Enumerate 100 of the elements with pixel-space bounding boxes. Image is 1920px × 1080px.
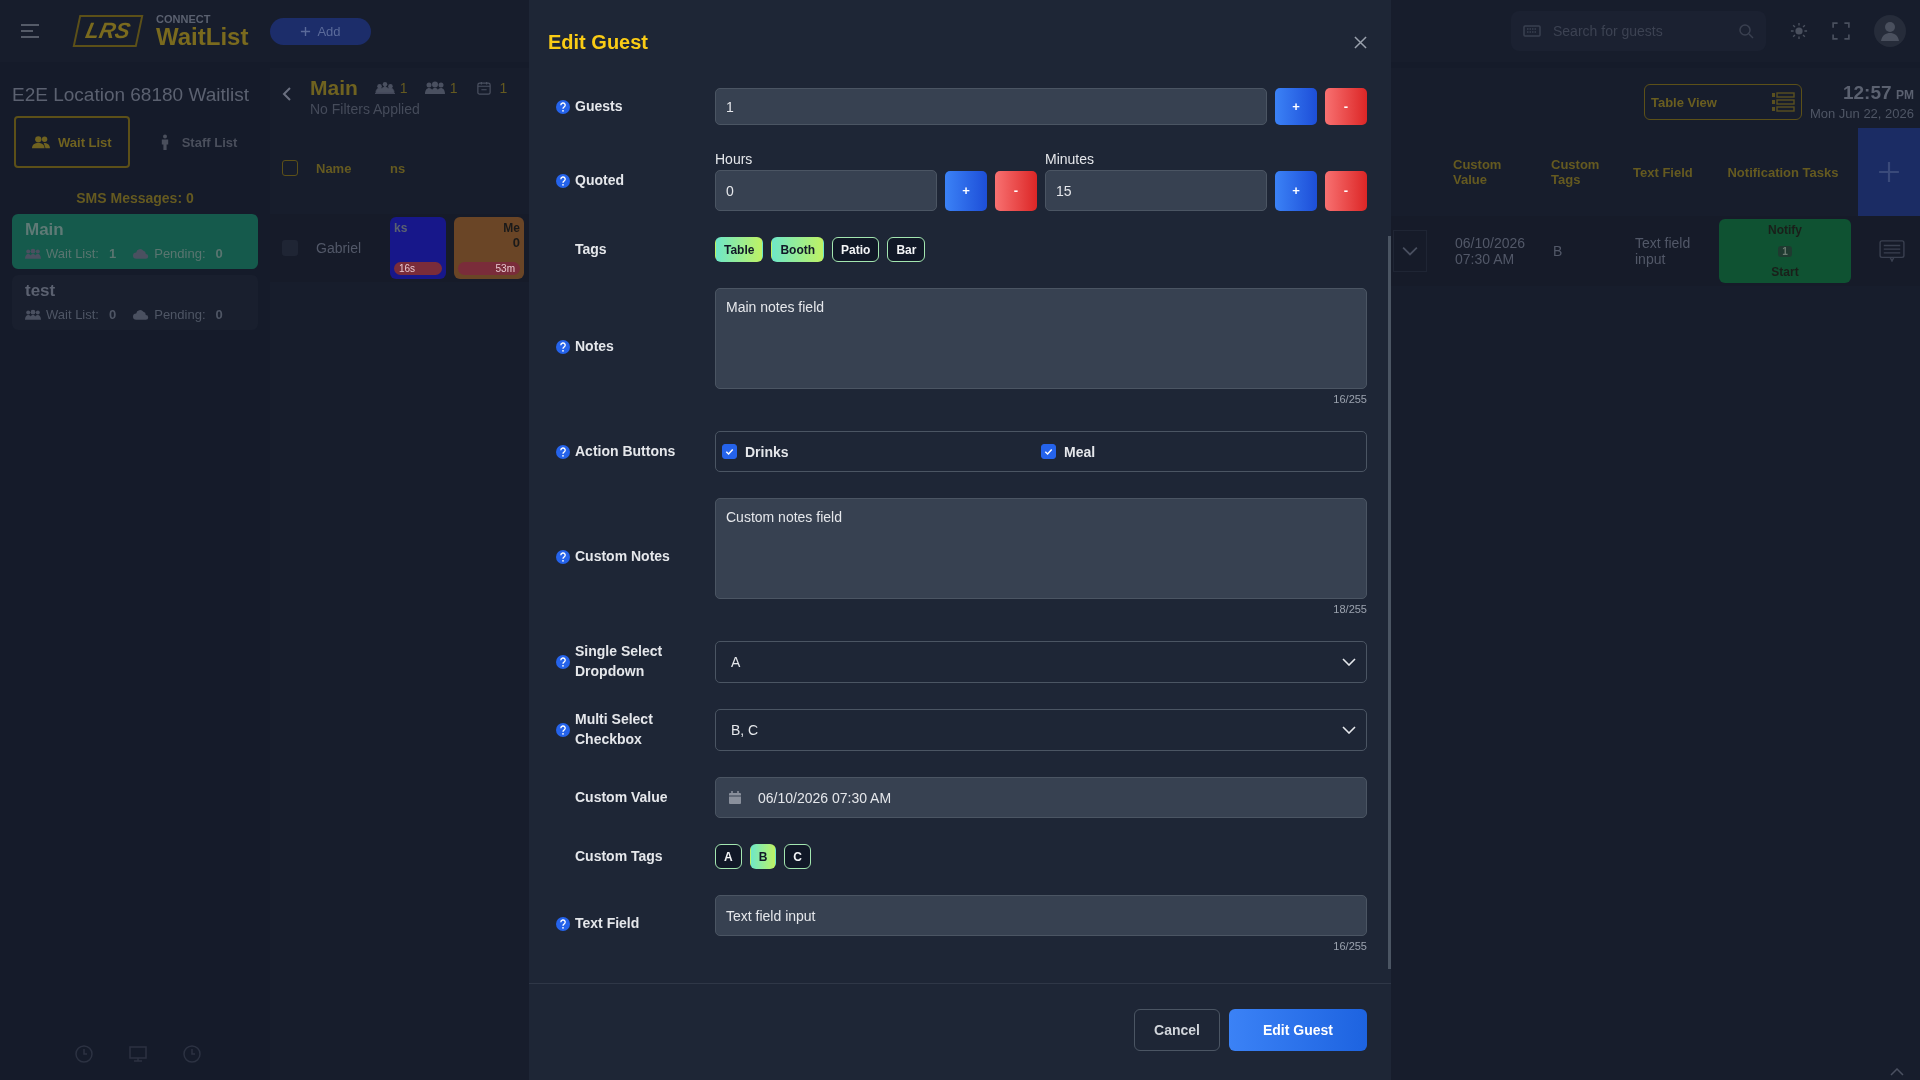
timer-pill: 16s [394,262,442,275]
dialog-title: Edit Guest [548,30,648,54]
waitlist-name: test [25,281,57,301]
submit-button[interactable]: Edit Guest [1229,1009,1367,1051]
help-icon[interactable] [556,99,570,114]
group-icon [424,81,445,95]
menu-icon[interactable] [20,23,40,39]
clock-date: Mon Jun 22, 2026 [1809,106,1914,121]
plus-icon [300,25,312,37]
dropdown-field[interactable]: B, C [715,709,1367,751]
keyboard-icon [1523,25,1541,37]
decrement-button[interactable]: - [1325,88,1367,125]
tag-chip[interactable]: C [784,844,811,869]
help-icon[interactable] [556,723,570,737]
chevron-down-icon [1342,726,1356,734]
action-card[interactable]: ks 16s [390,217,446,279]
notes-textarea[interactable]: Custom notes field [715,498,1367,599]
tag-chip[interactable]: Booth [771,237,825,262]
list-title: Main [310,76,358,100]
increment-button[interactable]: + [1275,88,1317,125]
column-header: Notification Tasks [1726,164,1840,180]
guests-input[interactable]: 1 [715,88,1267,125]
action-title: ks [394,221,409,235]
character-counter: 18/255 [1333,603,1367,615]
quoted-input[interactable]: 0 [715,170,937,211]
action-card[interactable]: Me 0 53m [454,217,524,279]
chevron-up-icon[interactable] [1890,1068,1904,1076]
list-icon [1770,92,1795,112]
chevron-left-icon[interactable] [282,86,292,102]
notes-textarea[interactable]: Main notes field [715,288,1367,389]
character-counter: 16/255 [1333,393,1367,405]
brand-subtitle: CONNECT [156,13,212,25]
group-icon [25,308,41,321]
help-icon[interactable] [556,174,570,188]
date-field[interactable]: 06/10/2026 07:30 AM [715,777,1367,818]
help-icon[interactable] [556,549,570,564]
people-icon [32,134,50,150]
calendar-icon [728,790,742,805]
plus-icon [1878,161,1900,183]
text-input[interactable]: Text field input [715,895,1367,936]
search-icon [1738,23,1754,39]
cancel-button[interactable]: Cancel [1134,1009,1220,1051]
decrement-button[interactable]: - [995,170,1037,211]
cloud-icon [133,247,150,260]
table-cell-text: Text field input [1635,235,1692,267]
help-icon[interactable] [556,655,570,669]
stat-label: Pending: [154,246,206,261]
select-all-checkbox[interactable] [282,160,298,176]
help-icon[interactable] [556,339,570,354]
increment-button[interactable]: + [1275,170,1317,211]
tag-chip[interactable]: B [749,844,777,869]
guest-name: Gabriel [316,240,363,256]
brand-name: WaitList [156,24,249,49]
checkbox-label: Drinks [745,443,789,460]
field-label: Text Field [575,913,641,933]
increment-button[interactable]: + [945,170,987,211]
checkbox[interactable] [722,444,737,459]
input-label: Hours [715,151,754,167]
stat-value: 0 [215,246,223,261]
checkbox[interactable] [1041,444,1056,459]
tag-chip[interactable]: A [715,844,742,869]
field-label: Tags [575,239,608,259]
message-icon[interactable] [1879,240,1905,262]
tag-chip[interactable]: Table [715,237,764,262]
character-counter: 16/255 [1333,940,1367,952]
field-label: Multi Select Checkbox [575,710,654,749]
close-icon[interactable] [1354,35,1367,49]
clock-icon[interactable] [74,1044,94,1064]
fullscreen-icon[interactable] [1832,22,1850,40]
field-label: Custom Tags [575,846,664,866]
column-header: ns [390,160,406,176]
column-header: Custom Value [1453,157,1503,187]
help-icon[interactable] [556,916,570,931]
quoted-input[interactable]: 15 [1045,170,1267,211]
decrement-button[interactable]: - [1325,170,1367,211]
input-label: Minutes [1045,151,1096,167]
field-label: Notes [575,336,615,356]
sun-icon[interactable] [1790,22,1808,40]
notify-count: 1 [1778,245,1792,257]
dropdown-field[interactable]: A [715,641,1367,683]
logo: LRS [72,15,144,47]
field-label: Custom Value [575,787,669,807]
tag-chip[interactable]: Bar [887,237,926,262]
group-icon [25,247,41,260]
timer-pill: 53m [458,262,520,275]
field-label: Custom Notes [575,546,671,566]
crowd-icon [374,81,395,95]
tag-chip[interactable]: Patio [832,237,880,262]
clock-period: PM [1896,88,1914,102]
column-header: Text Field [1633,164,1694,180]
column-header: Custom Tags [1551,157,1601,187]
count-value: 1 [499,80,508,96]
checkbox-label: Meal [1064,443,1096,460]
avatar-icon[interactable] [1874,15,1906,47]
clock-icon[interactable] [182,1044,202,1064]
chevron-down-icon [1342,658,1356,666]
help-icon[interactable] [556,444,570,459]
count-value: 1 [399,80,408,96]
check-icon [724,446,735,457]
column-header: Name [316,160,353,176]
